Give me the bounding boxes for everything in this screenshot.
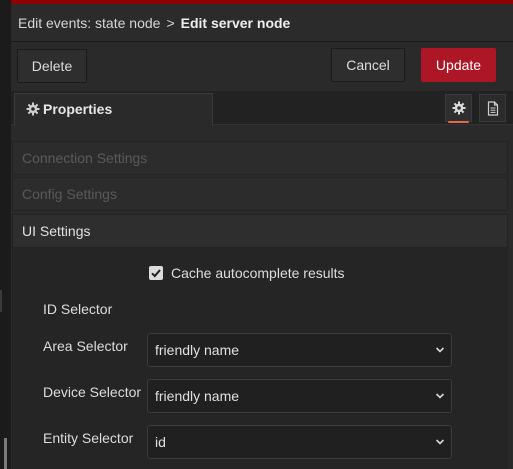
section-connection-settings[interactable]: Connection Settings — [12, 141, 508, 175]
entity-selector-select[interactable]: id — [147, 425, 452, 459]
tray-toolbar: Delete Cancel Update — [11, 43, 513, 91]
cancel-button[interactable]: Cancel — [331, 48, 405, 82]
document-icon — [487, 101, 499, 116]
chevron-down-icon — [435, 347, 445, 353]
ui-settings-content: Cache autocomplete results ID Selector A… — [12, 248, 508, 469]
device-selector-value: friendly name — [155, 388, 240, 404]
delete-button[interactable]: Delete — [17, 49, 87, 83]
workspace-scrollbar[interactable] — [4, 438, 7, 469]
checkmark-icon — [151, 269, 161, 278]
edge-marker — [0, 290, 2, 312]
tab-properties[interactable]: Properties — [14, 93, 213, 126]
workspace-edge — [0, 0, 11, 469]
chevron-down-icon — [435, 439, 445, 445]
tab-properties-label: Properties — [43, 101, 113, 117]
area-selector-select[interactable]: friendly name — [147, 333, 452, 367]
device-selector-select[interactable]: friendly name — [147, 379, 452, 413]
tab-node-description[interactable] — [479, 94, 506, 122]
tray-title: Edit events: state node > Edit server node — [11, 4, 513, 42]
breadcrumb-current: Edit server node — [180, 15, 291, 31]
section-connection-label: Connection Settings — [22, 150, 148, 166]
chevron-down-icon — [435, 393, 445, 399]
entity-selector-value: id — [155, 434, 166, 450]
cache-autocomplete-label: Cache autocomplete results — [171, 265, 345, 281]
edit-tray: Edit events: state node > Edit server node… — [11, 4, 513, 469]
update-button[interactable]: Update — [421, 48, 496, 82]
gear-icon — [26, 102, 40, 116]
area-selector-label: Area Selector — [43, 338, 128, 354]
active-tab-underline — [448, 121, 469, 123]
area-selector-value: friendly name — [155, 342, 240, 358]
section-config-label: Config Settings — [22, 186, 117, 202]
device-selector-label: Device Selector — [43, 384, 142, 400]
section-ui-label: UI Settings — [22, 223, 91, 239]
breadcrumb-separator: > — [166, 15, 175, 31]
section-ui-settings[interactable]: UI Settings — [12, 214, 508, 248]
gear-icon — [452, 101, 466, 115]
breadcrumb-parent[interactable]: Edit events: state node — [18, 15, 160, 31]
section-config-settings[interactable]: Config Settings — [12, 177, 508, 211]
entity-selector-label: Entity Selector — [43, 430, 134, 446]
id-selector-label: ID Selector — [43, 301, 113, 317]
tab-bar: Properties — [11, 91, 513, 126]
tab-node-properties[interactable] — [445, 94, 472, 123]
cache-autocomplete-checkbox[interactable] — [149, 266, 163, 280]
